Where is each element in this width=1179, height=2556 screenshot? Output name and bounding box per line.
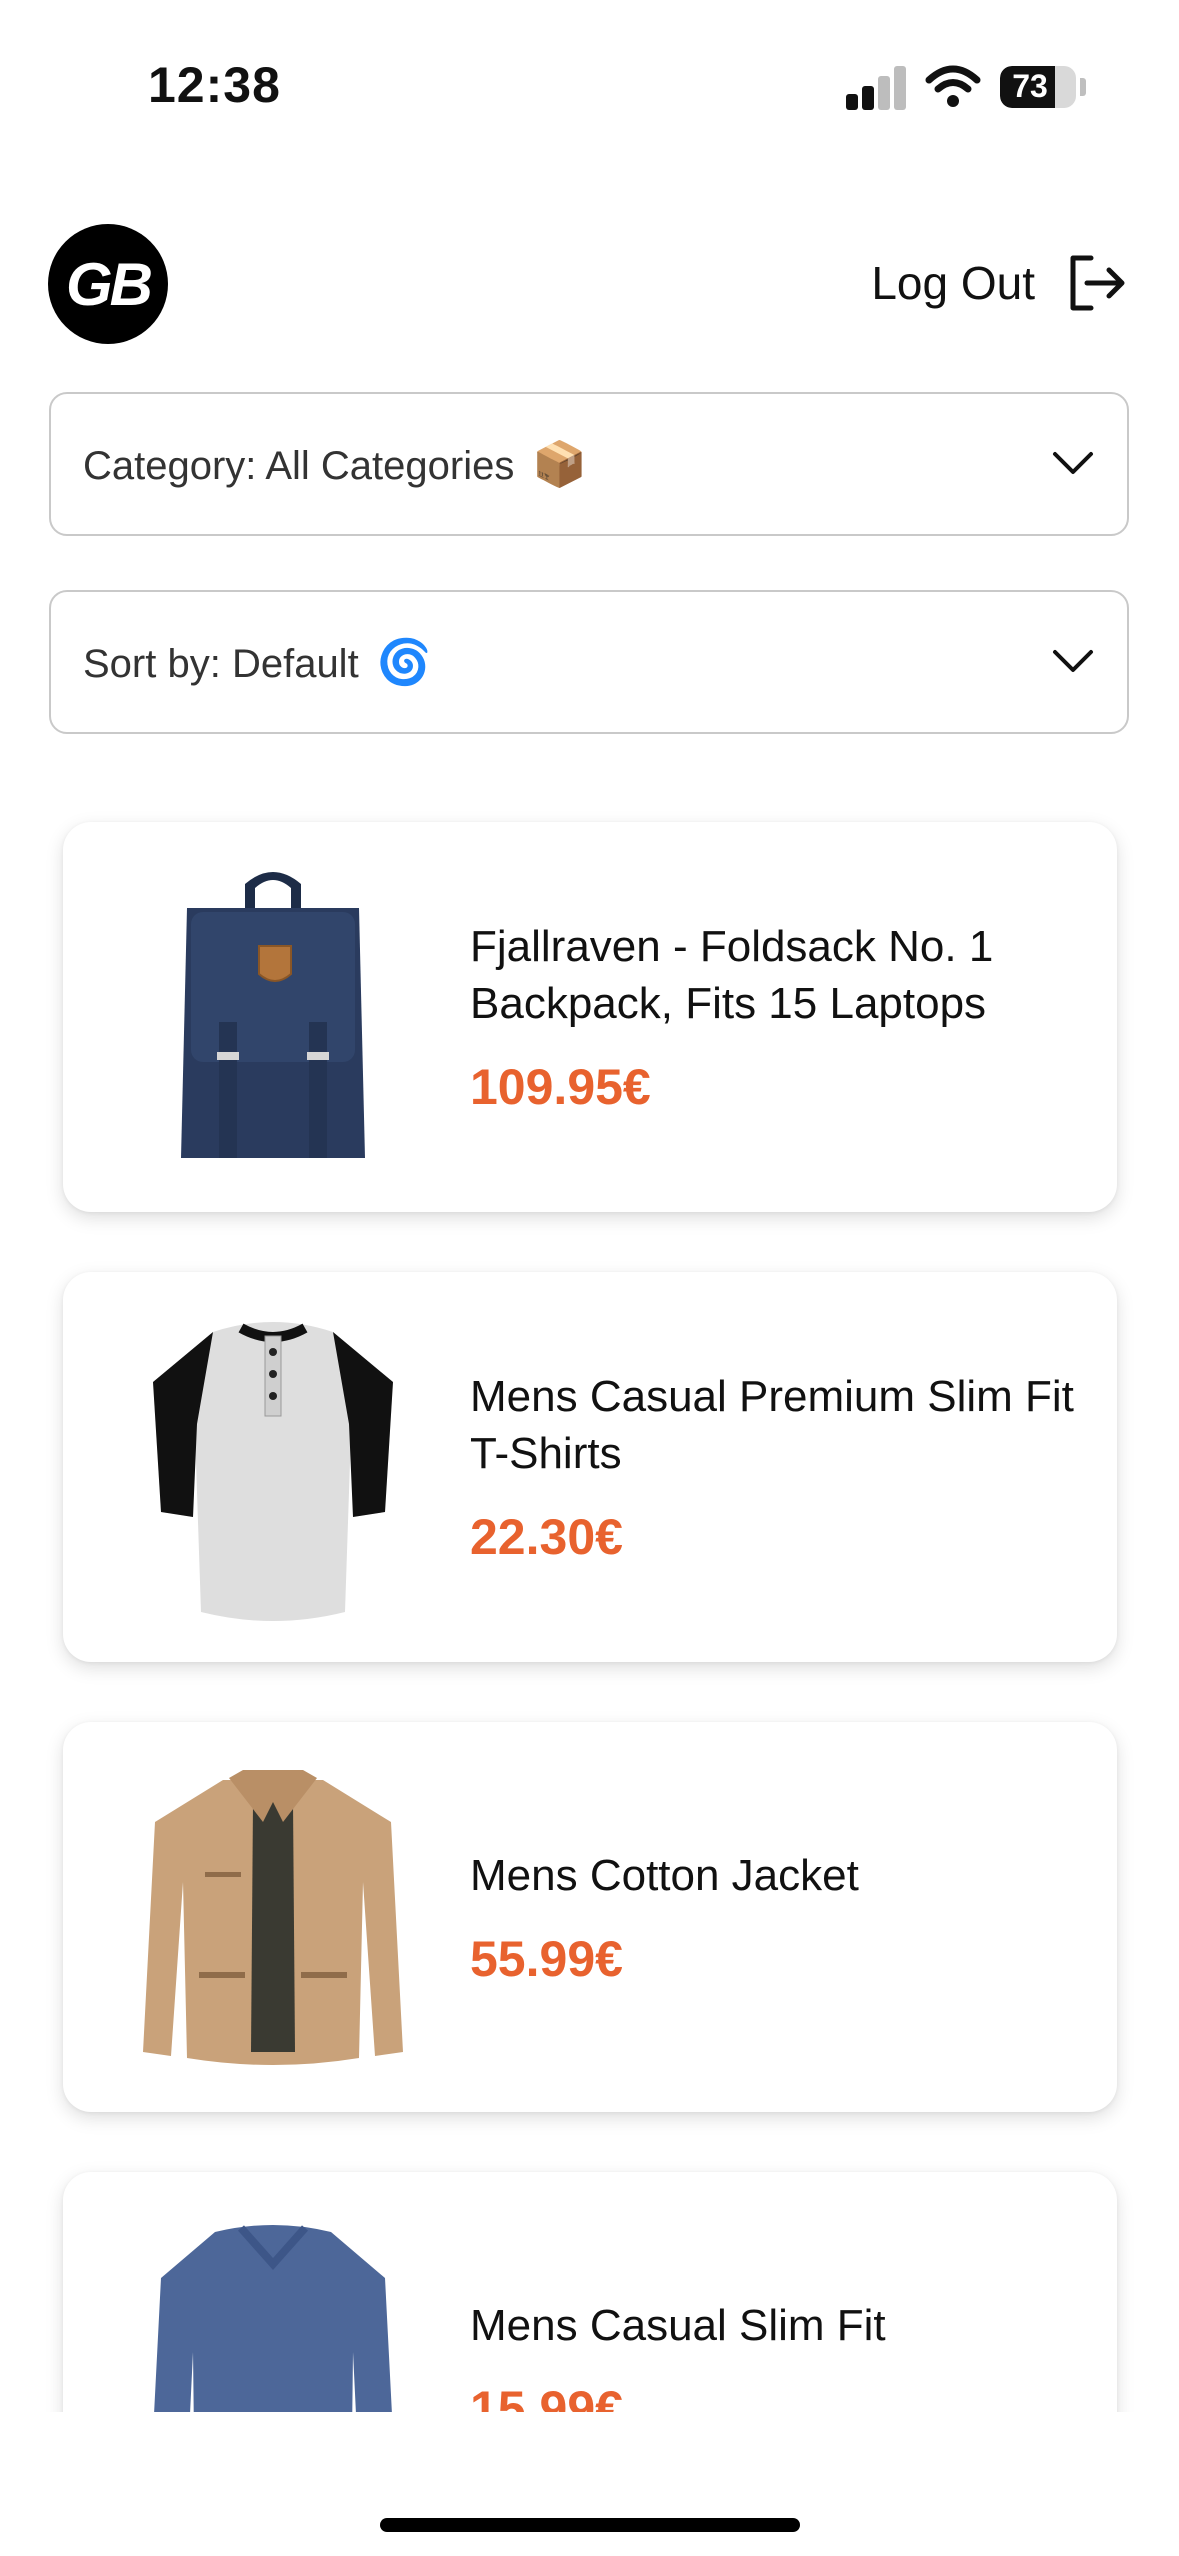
product-card[interactable]: Mens Cotton Jacket 55.99€ <box>63 1722 1117 2112</box>
chevron-down-icon <box>1053 650 1093 672</box>
product-card[interactable]: Fjallraven - Foldsack No. 1 Backpack, Fi… <box>63 822 1117 1212</box>
product-title: Mens Casual Slim Fit <box>470 2300 886 2350</box>
battery-nub <box>1080 78 1086 96</box>
product-price: 55.99€ <box>470 1930 623 1987</box>
product-price: 22.30€ <box>470 1509 623 1565</box>
home-indicator[interactable] <box>380 2518 800 2532</box>
product-list[interactable]: Fjallraven - Foldsack No. 1 Backpack, Fi… <box>0 800 1179 2412</box>
logout-icon <box>1070 255 1125 311</box>
jacket-image <box>143 1770 403 2065</box>
product-card[interactable]: Mens Casual Premium Slim Fit T-Shirts 22… <box>63 1272 1117 1662</box>
logout-label: Log Out <box>871 257 1035 309</box>
product-title: Mens Cotton Jacket <box>470 1850 859 1900</box>
battery-percent: 73 <box>1012 68 1048 104</box>
product-price: 109.95€ <box>470 1059 651 1115</box>
logout-button[interactable]: Log Out <box>871 252 1127 314</box>
product-info: Fjallraven - Foldsack No. 1 Backpack, Fi… <box>470 822 1077 1212</box>
signal-icon <box>846 66 906 110</box>
product-price: 15.99€ <box>470 2380 623 2413</box>
package-icon: 📦 <box>532 440 588 489</box>
category-label-text: Category: All Categories <box>83 444 515 488</box>
longsleeve-image <box>154 2225 392 2412</box>
product-title: Fjallraven - Foldsack No. 1 Backpack, Fi… <box>470 922 994 1028</box>
category-dropdown-label: Category: All Categories 📦 <box>83 438 1051 490</box>
battery-icon: 73 <box>1000 66 1076 108</box>
tshirt-image <box>153 1322 393 1621</box>
product-info: Mens Casual Slim Fit 15.99€ <box>470 2172 1077 2413</box>
product-info: Mens Casual Premium Slim Fit T-Shirts 22… <box>470 1272 1077 1662</box>
status-time: 12:38 <box>148 57 281 113</box>
product-card[interactable]: Mens Casual Slim Fit 15.99€ <box>63 2172 1117 2412</box>
chevron-down-icon <box>1053 452 1093 474</box>
app-logo: GB <box>48 224 168 344</box>
cyclone-icon: 🌀 <box>376 638 432 687</box>
status-bar: 12:38 73 <box>0 0 1179 150</box>
wifi-icon <box>925 65 981 107</box>
sort-dropdown-label: Sort by: Default 🌀 <box>83 636 1051 688</box>
category-dropdown[interactable]: Category: All Categories 📦 <box>49 392 1129 536</box>
product-title: Mens Casual Premium Slim Fit T-Shirts <box>470 1372 1074 1478</box>
sort-label-text: Sort by: Default <box>83 642 359 686</box>
sort-dropdown[interactable]: Sort by: Default 🌀 <box>49 590 1129 734</box>
backpack-image <box>181 872 365 1158</box>
product-info: Mens Cotton Jacket 55.99€ <box>470 1722 1077 2112</box>
